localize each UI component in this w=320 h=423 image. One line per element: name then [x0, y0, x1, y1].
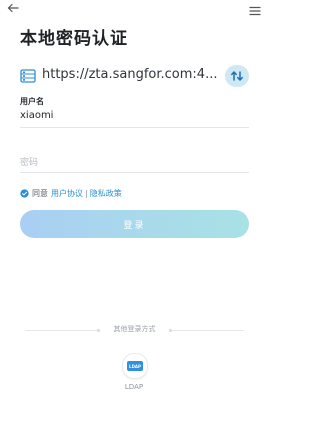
server-list-icon [20, 69, 36, 83]
divider-line-right [172, 330, 244, 331]
ldap-icon: LDAP [127, 361, 143, 371]
agree-prefix: 同意 [32, 188, 48, 198]
login-button[interactable]: 登录 [20, 210, 249, 238]
user-agreement-link[interactable]: 用户协议 [51, 188, 83, 199]
username-label: 用户名 [20, 97, 44, 106]
privacy-policy-link[interactable]: 隐私政策 [90, 188, 122, 199]
ldap-label: LDAP [124, 383, 144, 391]
menu-icon [249, 6, 261, 16]
other-login-label: 其他登录方式 [113, 325, 156, 333]
agreement-separator: | [85, 188, 88, 198]
password-input[interactable]: 密码 [20, 155, 249, 169]
other-login-divider: 其他登录方式 [20, 324, 249, 336]
ldap-login-button[interactable]: LDAP [122, 353, 148, 379]
server-row: https://zta.sangfor.com:4... [20, 65, 249, 88]
agree-checkbox-icon[interactable] [20, 188, 29, 198]
back-arrow-icon [7, 3, 19, 13]
switch-server-icon [231, 71, 243, 81]
page-title: 本地密码认证 [20, 29, 128, 49]
divider-dot-left [97, 329, 100, 332]
server-url[interactable]: https://zta.sangfor.com:4... [42, 67, 218, 82]
username-input[interactable]: xiaomi [20, 110, 53, 121]
agreement-row: 同意 用户协议 | 隐私政策 [20, 187, 122, 199]
switch-server-button[interactable] [225, 65, 249, 87]
divider-line-left [25, 330, 97, 331]
username-divider [20, 127, 249, 128]
menu-button[interactable] [248, 2, 262, 16]
password-divider [20, 172, 249, 173]
back-button[interactable] [6, 0, 20, 14]
